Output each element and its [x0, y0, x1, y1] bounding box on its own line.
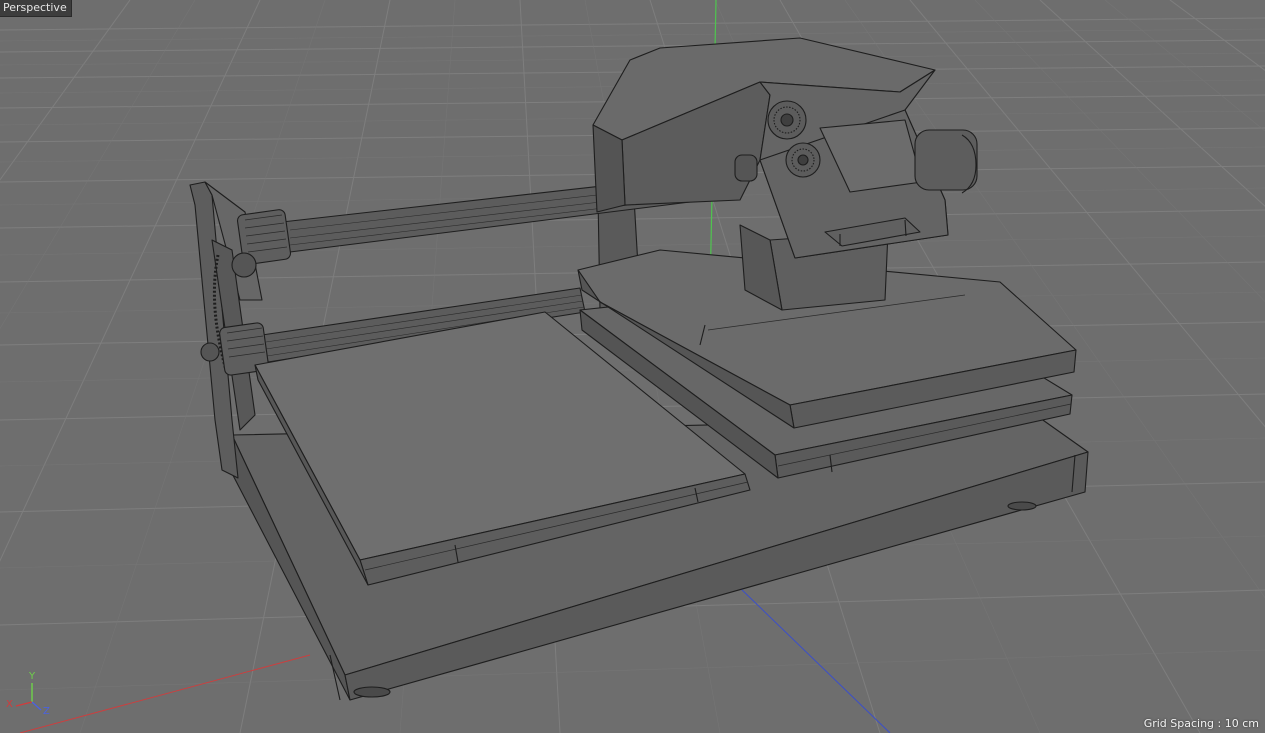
gizmo-x-label: X: [6, 699, 13, 710]
grid-spacing-readout: Grid Spacing : 10 cm: [1143, 717, 1259, 730]
gizmo-y-label: Y: [29, 671, 36, 682]
viewport-camera-menu[interactable]: Perspective: [0, 0, 72, 17]
3d-viewport[interactable]: Y X Z Perspective Grid Spacing : 10 cm: [0, 0, 1265, 733]
side-knob-left[interactable]: [734, 154, 758, 182]
perspective-scene[interactable]: [0, 0, 1265, 733]
frame-knob[interactable]: [231, 252, 257, 278]
gizmo-z-label: Z: [43, 706, 50, 717]
